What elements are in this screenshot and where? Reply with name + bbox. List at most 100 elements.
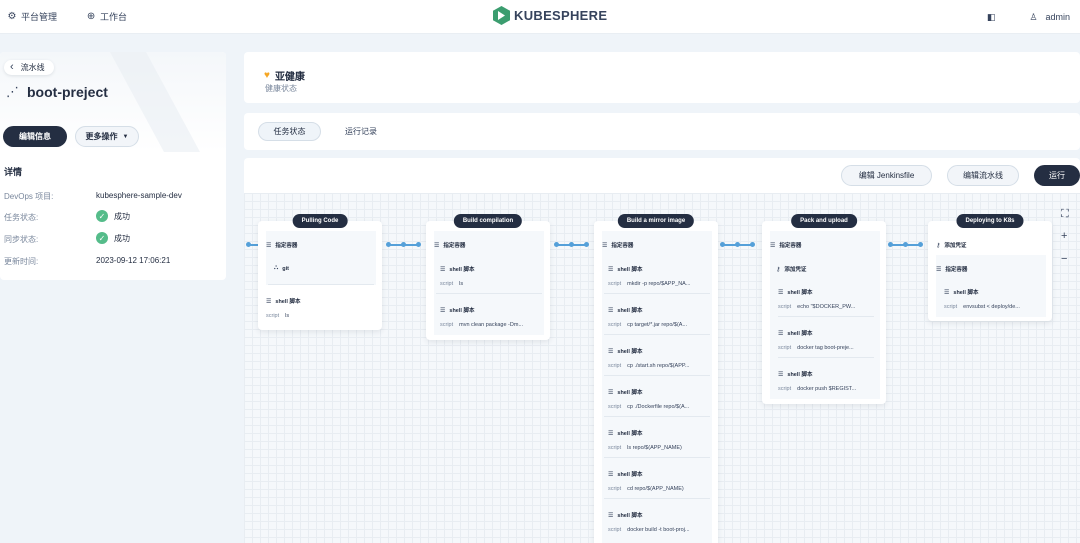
shell-step[interactable]: ☰ shell 脚本 script cp ./start.sh repo/$(APP.…: [608, 347, 718, 370]
fullscreen-icon[interactable]: ⛶: [1061, 208, 1069, 221]
divider: [268, 284, 374, 285]
step-name: shell 脚本: [617, 267, 643, 273]
container-step[interactable]: ☰ 指定容器: [434, 241, 544, 250]
shell-icon: ☰: [440, 266, 446, 273]
script-label: script: [608, 486, 622, 492]
back-label: 流水线: [20, 63, 45, 72]
step-name: 指定容器: [611, 243, 634, 249]
shell-step[interactable]: ☰ shell 脚本 script docker build -t boot-proj…: [608, 511, 718, 534]
shell-step[interactable]: ☰ shell 脚本 script mvn clean package -Dm...: [440, 306, 550, 329]
credential-step[interactable]: ⚷ 添加凭证: [936, 241, 1046, 250]
step-name: shell 脚本: [617, 431, 643, 437]
stage-title: Pack and upload: [791, 214, 857, 228]
zoom-out-icon[interactable]: −: [1061, 253, 1067, 265]
shell-icon: ☰: [608, 430, 614, 437]
divider: [604, 375, 710, 376]
script-label: script: [608, 445, 622, 451]
detail-value: ✓ 成功: [96, 210, 130, 222]
edit-info-button[interactable]: 编辑信息: [3, 126, 67, 147]
stage-card[interactable]: Build compilation ☰ 指定容器 ☰ shell 脚本 script l…: [426, 214, 550, 340]
sync-status-value: 成功: [114, 233, 130, 243]
connector-dot: [918, 242, 923, 247]
script-label: script: [608, 322, 622, 328]
divider: [778, 316, 874, 317]
nav-workbench[interactable]: 工作台: [100, 10, 127, 23]
script-text: envsubst < deploy/de...: [963, 304, 1020, 310]
logo[interactable]: KUBESPHERE: [493, 6, 607, 25]
shell-step[interactable]: ☰ shell 脚本 script mkdir -p repo/$APP_NA...: [608, 265, 718, 288]
connector-dot: [750, 242, 755, 247]
script-label: script: [608, 281, 622, 287]
devops-project-value: kubesphere-sample-dev: [96, 191, 182, 200]
shell-step[interactable]: ☰ shell 脚本 script cp ./Dockerfile repo/$(A.…: [608, 388, 718, 411]
layout-toggle-icon[interactable]: ◧: [987, 12, 996, 23]
pipeline-icon: ⋰: [6, 84, 19, 99]
user-icon: ♙: [1029, 11, 1038, 22]
edit-pipeline-button[interactable]: 编辑流水线: [947, 165, 1019, 186]
shell-step[interactable]: ☰ shell 脚本 script ls: [440, 265, 550, 288]
user-menu[interactable]: ♙ admin: [1029, 12, 1070, 23]
container-step[interactable]: ☰ 指定容器: [266, 241, 376, 250]
nav-platform-management[interactable]: 平台管理: [21, 10, 57, 23]
more-actions-button[interactable]: 更多操作 ▼: [75, 126, 139, 147]
script-text: docker build -t boot-proj...: [627, 527, 690, 533]
shell-icon: ☰: [608, 471, 614, 478]
connector-dot: [720, 242, 725, 247]
git-icon: ⛬: [274, 265, 279, 271]
script-label: script: [944, 304, 958, 310]
step-name: shell 脚本: [617, 308, 643, 314]
stage-card[interactable]: Deploying to K8s ⚷ 添加凭证 ☰ 指定容器 ☰ shell 脚本 sc…: [928, 214, 1054, 321]
detail-label: 任务状态:: [4, 213, 39, 222]
stage-connector: [248, 244, 258, 246]
task-status-value: 成功: [114, 211, 130, 221]
connector-dot: [584, 242, 589, 247]
chevron-left-icon: ‹: [10, 61, 14, 73]
step-name: shell 脚本: [787, 372, 813, 378]
container-step[interactable]: ☰ 指定容器: [770, 241, 880, 250]
success-check-icon: ✓: [96, 210, 108, 222]
credential-step[interactable]: ⚷ 添加凭证: [776, 265, 886, 274]
run-button[interactable]: 运行: [1034, 165, 1080, 186]
zoom-in-icon[interactable]: +: [1061, 230, 1067, 242]
container-step[interactable]: ☰ 指定容器: [936, 265, 1046, 274]
shell-step[interactable]: ☰ shell 脚本 script docker push $REGIST...: [778, 370, 888, 393]
edit-jenkinsfile-button[interactable]: 编辑 Jenkinsfile: [841, 165, 932, 186]
script-text: ls: [285, 313, 290, 319]
health-subtitle: 健康状态: [265, 84, 297, 93]
script-label: script: [608, 527, 622, 533]
health-value: 亚健康: [274, 72, 305, 83]
tab-task-status[interactable]: 任务状态: [258, 122, 321, 141]
shell-step[interactable]: ☰ shell 脚本 script ls repo/$(APP_NAME): [608, 429, 718, 452]
stage-title: Build compilation: [453, 214, 523, 228]
step-name: 指定容器: [945, 267, 968, 273]
shell-step[interactable]: ☰ shell 脚本 script echo "$DOCKER_PW...: [778, 288, 888, 311]
stage-card[interactable]: Pulling Code ☰ 指定容器 ⛬ git ☰ shell 脚本 script l…: [258, 214, 384, 330]
logo-text: KUBESPHERE: [514, 8, 608, 23]
stage-card[interactable]: Pack and upload ☰ 指定容器 ⚷ 添加凭证 ☰ shell 脚本 scr…: [762, 214, 888, 404]
script-label: script: [778, 386, 792, 392]
git-step[interactable]: ⛬ git: [274, 265, 384, 272]
shell-icon: ☰: [608, 512, 614, 519]
tab-run-records[interactable]: 运行记录: [341, 122, 381, 141]
shell-icon: ☰: [608, 266, 614, 273]
step-name: shell 脚本: [787, 290, 813, 296]
shell-step[interactable]: ☰ shell 脚本 script cd repo/$(APP_NAME): [608, 470, 718, 493]
divider: [778, 357, 874, 358]
step-name: shell 脚本: [275, 299, 301, 305]
shell-step[interactable]: ☰ shell 脚本 script ls: [266, 297, 376, 320]
workbench-icon[interactable]: ⊕: [85, 11, 97, 22]
shell-step[interactable]: ☰ shell 脚本 script cp target/*.jar repo/$(A.…: [608, 306, 718, 329]
gear-icon[interactable]: ⚙: [6, 11, 18, 22]
container-icon: ☰: [602, 242, 608, 249]
stage-card[interactable]: Build a mirror image ☰ 指定容器 ☰ shell 脚本 scri…: [594, 214, 718, 543]
shell-step[interactable]: ☰ shell 脚本 script docker tag boot-preje...: [778, 329, 888, 352]
detail-label: DevOps 项目:: [4, 192, 54, 201]
connector-dot: [416, 242, 421, 247]
detail-value: 2023-09-12 17:06:21: [96, 256, 170, 265]
container-step[interactable]: ☰ 指定容器: [602, 241, 712, 250]
step-name: shell 脚本: [449, 267, 475, 273]
shell-step[interactable]: ☰ shell 脚本 script envsubst < deploy/de...: [944, 288, 1054, 311]
back-to-pipelines-button[interactable]: ‹ 流水线: [4, 60, 54, 75]
script-label: script: [608, 363, 622, 369]
caret-down-icon: ▼: [122, 133, 129, 140]
